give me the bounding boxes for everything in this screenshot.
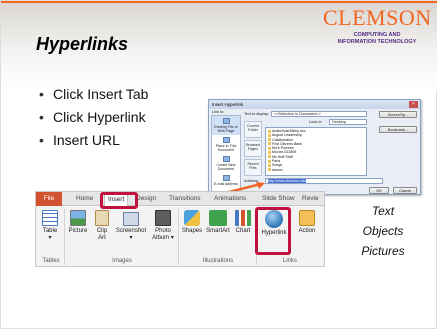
list-item[interactable]: dowon <box>268 168 364 172</box>
link-place-in-document[interactable]: Place in This Document <box>212 135 240 154</box>
screentip-button[interactable]: ScreenTip... <box>379 111 417 118</box>
folder-icon <box>268 168 271 172</box>
group-separator <box>64 209 65 265</box>
address-field[interactable]: http://www.clemson.edu <box>265 178 383 184</box>
new-document-icon <box>222 156 230 162</box>
slide: Hyperlinks CLEMSON COMPUTING AND INFORMA… <box>0 0 437 329</box>
bullet-list: Click Insert Tab Click Hyperlink Insert … <box>39 83 199 152</box>
smartart-icon <box>209 210 227 226</box>
logo-subtitle: COMPUTING AND INFORMATION TECHNOLOGY <box>323 32 431 46</box>
side-text-line: Text <box>371 204 395 218</box>
dialog-title: Insert Hyperlink <box>209 100 420 109</box>
link-existing-file[interactable]: Existing File or Web Page <box>212 116 240 135</box>
group-label-tables: Tables <box>42 258 60 264</box>
action-button[interactable]: Action <box>292 210 322 235</box>
folder-icon <box>268 133 271 137</box>
screenshot-icon <box>123 212 139 226</box>
logo-sub-line-2: INFORMATION TECHNOLOGY <box>337 39 417 45</box>
slide-title: Hyperlinks <box>36 34 129 54</box>
link-to-label: Link to: <box>212 110 225 114</box>
table-button[interactable]: Table ▾ <box>38 210 62 242</box>
tab-transitions[interactable]: Transitions <box>169 194 201 204</box>
accent-line <box>1 1 437 3</box>
address-value: http://www.clemson.edu <box>268 179 306 183</box>
folder-icon <box>268 159 271 163</box>
group-label-images: Images <box>112 258 132 264</box>
current-folder-button[interactable]: Current Folder <box>244 121 262 138</box>
folder-icon <box>268 146 271 150</box>
folder-icon <box>268 138 271 142</box>
shapes-icon <box>184 210 200 226</box>
powerpoint-ribbon: File Home Insert Design Transitions Anim… <box>35 191 325 267</box>
table-icon <box>42 210 58 226</box>
sub-nav: Current Folder Browsed Pages Recent File… <box>244 121 262 183</box>
bullet-item: Click Insert Tab <box>39 83 199 106</box>
tab-review[interactable]: Revie <box>302 194 319 204</box>
clip-art-button[interactable]: Clip Art <box>92 210 112 242</box>
clemson-logo: CLEMSON COMPUTING AND INFORMATION TECHNO… <box>323 7 431 51</box>
screenshot-button[interactable]: Screenshot ▾ <box>114 210 148 242</box>
cancel-button[interactable]: Cancel <box>393 187 417 194</box>
shapes-button[interactable]: Shapes <box>180 210 204 235</box>
bookmark-button[interactable]: Bookmark... <box>379 126 417 133</box>
clip-art-icon <box>95 210 109 226</box>
look-in-caption: Look in: <box>309 120 323 124</box>
insert-tab-highlight <box>100 192 138 209</box>
side-text-line: Objects <box>362 224 404 238</box>
action-star-icon <box>299 210 315 226</box>
tab-design[interactable]: Design <box>136 194 156 204</box>
tab-slide-show[interactable]: Slide Show <box>262 194 295 204</box>
logo-wordmark: CLEMSON <box>323 5 432 30</box>
group-separator <box>178 209 179 265</box>
text-to-display-field[interactable]: <<Selection in Document>> <box>271 111 367 117</box>
folder-icon <box>268 151 271 155</box>
picture-button[interactable]: Picture <box>66 210 90 235</box>
folder-icon <box>268 163 271 167</box>
insert-hyperlink-dialog: Insert Hyperlink × Link to: Existing Fil… <box>208 99 421 195</box>
ok-button[interactable]: OK <box>369 187 389 194</box>
group-label-illustrations: Illustrations <box>202 258 234 264</box>
smartart-button[interactable]: SmartArt <box>204 210 232 235</box>
text-to-display-label: Text to display: <box>244 112 270 116</box>
chart-icon <box>235 210 251 226</box>
tab-animations[interactable]: Animations <box>214 194 246 204</box>
photo-album-button[interactable]: Photo Album ▾ <box>150 210 176 242</box>
picture-icon <box>70 210 86 226</box>
tab-file[interactable]: File <box>36 192 62 206</box>
recent-files-button[interactable]: Recent Files <box>244 159 262 176</box>
photo-album-icon <box>155 210 171 226</box>
file-list[interactable]: AudioSolarMichy.doc August Leadership Co… <box>265 127 367 176</box>
hyperlink-highlight <box>255 207 291 255</box>
document-icon <box>222 137 230 143</box>
globe-icon <box>222 118 230 124</box>
look-in-combo[interactable]: Desktop <box>329 119 367 125</box>
link-create-new-document[interactable]: Create New Document <box>212 154 240 173</box>
chart-button[interactable]: Chart <box>232 210 254 235</box>
folder-icon <box>268 155 271 159</box>
group-label-links: Links <box>282 258 297 264</box>
browsed-pages-button[interactable]: Browsed Pages <box>244 140 262 157</box>
side-text: Text Objects Pictures <box>353 201 413 261</box>
logo-sub-line-1: COMPUTING AND <box>353 32 401 38</box>
folder-icon <box>268 142 271 146</box>
tab-home[interactable]: Home <box>76 194 93 204</box>
bullet-item: Insert URL <box>39 129 199 152</box>
ribbon-tab-bar: File Home Insert Design Transitions Anim… <box>36 192 324 206</box>
side-text-line: Pictures <box>361 244 405 258</box>
file-icon <box>268 129 271 133</box>
close-icon[interactable]: × <box>409 101 418 108</box>
bullet-item: Click Hyperlink <box>39 106 199 129</box>
